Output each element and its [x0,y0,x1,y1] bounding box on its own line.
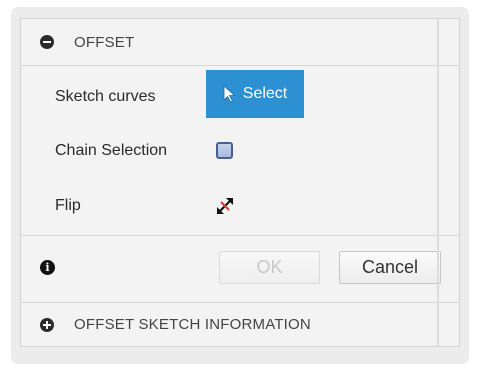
dialog-edge-shadow [437,18,439,347]
expand-plus-icon[interactable] [40,317,54,332]
cancel-button-label: Cancel [361,257,419,277]
offset-sketch-information-title: OFFSET SKETCH INFORMATION [74,316,311,333]
chain-selection-label: Chain Selection [55,142,168,159]
offset-sketch-information-header[interactable]: OFFSET SKETCH INFORMATION [21,302,459,346]
chain-selection-checkbox[interactable] [216,142,233,159]
cursor-arrow-icon [223,85,236,103]
collapse-minus-icon[interactable] [40,35,54,49]
ok-button[interactable]: OK [219,251,320,284]
flip-arrows-icon[interactable] [215,196,235,216]
select-button[interactable]: Select [206,70,304,118]
sketch-curves-label: Sketch curves [55,88,156,105]
info-icon[interactable]: i [40,260,55,275]
footer-divider [21,235,459,236]
offset-dialog: OFFSET Sketch curves Select Chain Select… [20,18,460,347]
ok-button-label: OK [256,257,283,277]
select-button-label: Select [242,85,288,102]
offset-section-title: OFFSET [74,33,135,51]
flip-label: Flip [55,197,81,214]
offset-section-header[interactable]: OFFSET [21,19,459,66]
cancel-button[interactable]: Cancel [339,251,441,284]
